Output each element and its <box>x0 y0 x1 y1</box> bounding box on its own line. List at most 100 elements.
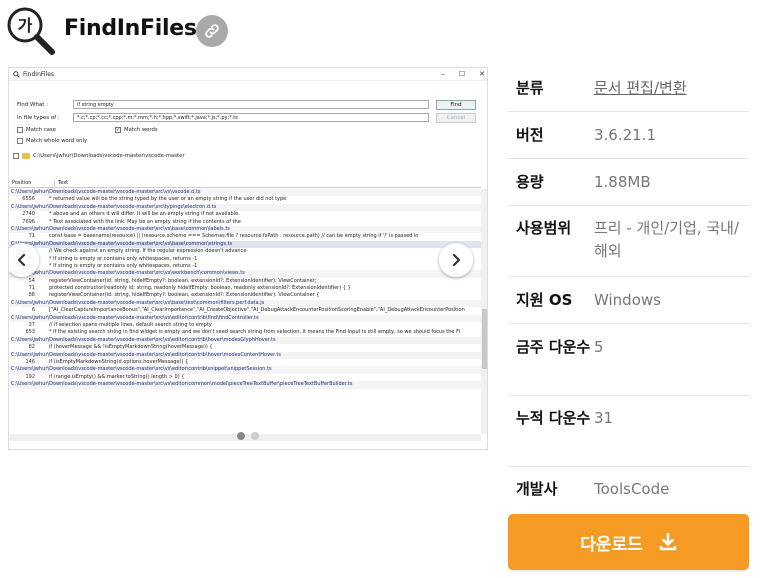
minimize-icon: – <box>441 70 445 78</box>
result-file-path: C:\Users\jwhur\Downloads\vscode-master\v… <box>9 336 481 345</box>
close-icon: ✕ <box>479 70 485 78</box>
result-file-path: C:\Users\jwhur\Downloads\vscode-master\v… <box>9 351 481 359</box>
result-line: 88 registerViewContainer(id: string, hide… <box>9 292 481 299</box>
screenshot-image: FindInFiles – ☐ ✕ Find What : if string … <box>9 68 487 449</box>
download-icon <box>659 533 677 551</box>
find-what-row: Find What : if string empty <box>17 100 429 109</box>
window-title: FindInFiles <box>23 70 55 78</box>
result-file-path: C:\Users\jwhur\Downloads\vscode-master\v… <box>9 240 481 249</box>
result-line: 6 ["AI_ClearCaptureImportanceBonus","AI_C… <box>9 307 481 314</box>
file-types-row: In file types of : *.c;*.cp;*.cc;*.cpp;*… <box>17 113 429 122</box>
result-line-text: // We check against an empty string. If … <box>49 248 247 255</box>
result-line: 283* If string is empty or contains only… <box>9 263 481 270</box>
result-line-number: 82 <box>28 344 35 351</box>
category-link[interactable]: 문서 편집/변환 <box>594 77 749 100</box>
result-line-number: 6 <box>31 307 35 314</box>
chevron-right-icon <box>452 253 461 267</box>
folder-path: C:\Users\jwhur\Downloads\vscode-master\v… <box>13 153 185 159</box>
find-what-input: if string empty <box>73 100 429 109</box>
result-line: 146 if (isEmptyMarkdownString(d.options.h… <box>9 359 481 366</box>
carousel-dot[interactable] <box>251 432 259 440</box>
info-value: ToolsCode <box>594 480 670 498</box>
info-value: Windows <box>594 291 661 309</box>
results-header: Position Text <box>9 180 481 188</box>
result-line-text: if (range.isEmpty() && marker.toString()… <box>49 373 185 380</box>
result-file-path: C:\Users\jwhur\Downloads\vscode-master\v… <box>9 225 481 234</box>
result-file-path: C:\Users\jwhur\Downloads\vscode-master\v… <box>9 381 481 389</box>
result-line-text: * If string is empty or contains only wh… <box>49 262 198 269</box>
file-types-input: *.c;*.cp;*.cc;*.cpp;*.m;*.mm;*.h;*.hpp;*… <box>73 113 429 122</box>
info-row-size: 용량 1.88MB <box>508 159 749 206</box>
text-column-header: Text <box>58 180 69 186</box>
info-row-os: 지원 OS Windows <box>508 277 749 324</box>
match-whole-checkbox: Match whole word only <box>17 138 87 144</box>
result-line-text: * above and an others it will differ. It… <box>49 211 240 218</box>
result-line-text: ["AI_ClearCaptureImportanceBonus","AI_Cl… <box>49 307 465 314</box>
match-words-checkbox: ✓ Match words <box>115 127 158 133</box>
info-value: 1.88MB <box>594 173 651 191</box>
info-row-weekly-downloads: 금주 다운수 5 <box>508 324 749 396</box>
result-line-text: * returned value will be the string type… <box>49 196 287 203</box>
info-label: 용량 <box>516 173 544 191</box>
info-label: 사용범위 <box>516 219 572 237</box>
window-titlebar: FindInFiles – ☐ ✕ <box>9 68 487 81</box>
result-line: 2740 * above and an others it will differ… <box>9 211 481 218</box>
chevron-left-icon <box>17 253 26 267</box>
result-line: 6556 * returned value will be the string … <box>9 196 481 203</box>
result-line-text: if (isEmptyMarkdownString(d.options.hove… <box>49 358 189 365</box>
result-file-path: C:\Users\jwhur\Downloads\vscode-master\v… <box>9 203 481 212</box>
result-line: // We check against an empty string. If … <box>9 248 481 255</box>
link-button[interactable] <box>196 15 228 47</box>
info-value: 3.6.21.1 <box>594 126 657 144</box>
result-line-number: 653 <box>25 329 35 336</box>
info-row-license: 사용범위 프리 - 개인/기업, 국내/해외 <box>508 206 749 277</box>
info-row-total-downloads: 누적 다운수 31 <box>508 396 749 467</box>
result-line: 82 if (hoverMessage && !isEmptyMarkdownSt… <box>9 344 481 351</box>
match-case-checkbox: Match case <box>17 127 56 133</box>
result-line-text: * Text associated with the link. May be … <box>49 218 241 225</box>
cancel-button: Cancel <box>436 113 476 123</box>
link-icon <box>205 24 219 38</box>
info-row-developer: 개발사 ToolsCode <box>508 467 749 511</box>
result-file-path: C:\Users\jwhur\Downloads\vscode-master\v… <box>9 270 481 278</box>
maximize-icon: ☐ <box>458 70 466 78</box>
result-line-text: // if selection spans multiple lines, de… <box>49 322 212 329</box>
result-line: 7696 * Text associated with the link. May… <box>9 219 481 226</box>
carousel-next-button[interactable] <box>439 243 473 277</box>
result-line-number: 88 <box>28 292 35 299</box>
app-title: FindInFiles <box>64 16 197 41</box>
info-row-category: 분류 문서 편집/변환 <box>508 67 749 112</box>
download-label: 다운로드 <box>580 534 643 555</box>
info-label: 누적 다운수 <box>516 409 591 427</box>
app-window-icon <box>13 70 20 78</box>
info-label: 개발사 <box>516 480 558 498</box>
result-line-text: const base = basename(resource) || (reso… <box>49 233 419 240</box>
result-file-path: C:\Users\jwhur\Downloads\vscode-master\v… <box>9 299 481 308</box>
info-table: 분류 문서 편집/변환 버전 3.6.21.1 용량 1.88MB 사용범위 프… <box>508 67 749 511</box>
result-line: 653 * If the existing search string in fi… <box>9 329 481 336</box>
result-line-text: * If string is empty or contains only wh… <box>49 255 198 262</box>
find-what-label: Find What : <box>17 101 49 108</box>
result-file-path: C:\Users\jwhur\Downloads\vscode-master\v… <box>9 314 481 323</box>
result-line-number: 2740 <box>22 211 35 218</box>
find-button: Find <box>436 100 476 110</box>
download-button[interactable]: 다운로드 <box>508 514 749 570</box>
folder-icon <box>22 153 30 159</box>
result-line-number: 7696 <box>22 218 35 225</box>
info-label: 지원 OS <box>516 291 573 309</box>
info-row-version: 버전 3.6.21.1 <box>508 112 749 159</box>
position-column-header: Position <box>9 180 55 187</box>
info-label: 버전 <box>516 126 544 144</box>
result-line: 71 protected constructor(readonly id: str… <box>9 285 481 292</box>
carousel-dots <box>9 432 487 440</box>
carousel-dot[interactable] <box>237 432 245 440</box>
result-line-text: registerViewContainer(id: string, hideIf… <box>49 292 320 299</box>
info-label: 분류 <box>516 79 544 97</box>
info-value: 프리 - 개인/기업, 국내/해외 <box>594 219 739 260</box>
results-list: C:\Users\jwhur\Downloads\vscode-master\v… <box>9 189 481 434</box>
result-line: 192 if (range.isEmpty() && marker.toStrin… <box>9 374 481 381</box>
result-line: 54 registerViewContainer(id: string, hide… <box>9 278 481 285</box>
result-line-number: 54 <box>28 277 35 284</box>
info-value: 5 <box>594 338 604 356</box>
screenshot-carousel[interactable]: FindInFiles – ☐ ✕ Find What : if string … <box>8 67 488 450</box>
